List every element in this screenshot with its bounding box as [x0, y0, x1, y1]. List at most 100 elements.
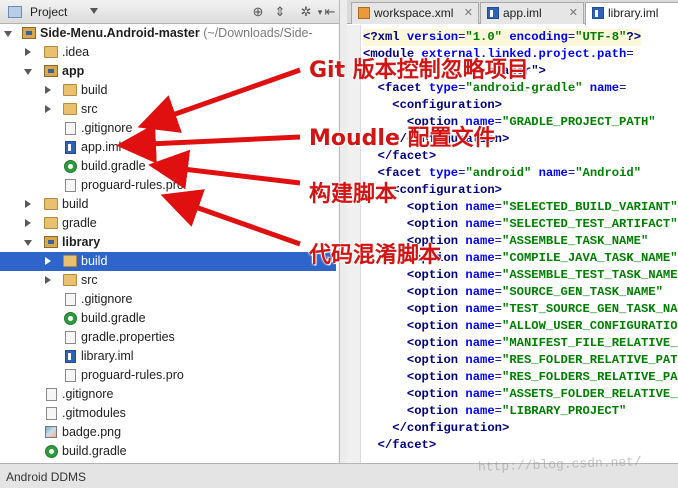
code-line[interactable]: <option name="ASSEMBLE_TEST_TASK_NAME" [363, 267, 678, 284]
code-line[interactable]: <option name="RES_FOLDER_RELATIVE_PATH" [363, 352, 678, 369]
code-token: "Android" [575, 166, 642, 180]
code-line[interactable]: <option name="RES_FOLDERS_RELATIVE_PATH" [363, 369, 678, 386]
tab-app-iml[interactable]: app.iml ✕ [480, 2, 584, 24]
tree-row[interactable]: src [0, 271, 336, 290]
tree-item-label: build.gradle [81, 159, 146, 173]
code-line[interactable]: <option name="ASSETS_FOLDER_RELATIVE_PAT… [363, 386, 678, 403]
tree-row[interactable]: .idea [0, 43, 336, 62]
collapse-arrow-icon[interactable] [45, 86, 51, 94]
code-line[interactable]: <?xml version="1.0" encoding="UTF-8"?> [363, 29, 642, 46]
code-token: "RES_FOLDER_RELATIVE_PATH" [502, 353, 678, 367]
tree-item-label: src [81, 273, 98, 287]
tree-row[interactable]: gradle [0, 214, 336, 233]
code-line[interactable]: <option name="LIBRARY_PROJECT" [363, 403, 626, 420]
module-folder-icon [44, 65, 58, 77]
project-panel-header: Project ⊕ ⇕ ✲ ▾ ⇤ [0, 0, 339, 24]
code-token: = [626, 47, 634, 61]
expand-arrow-icon[interactable] [4, 31, 12, 37]
collapse-arrow-icon[interactable] [45, 105, 51, 113]
code-line[interactable]: <option name="ALLOW_USER_CONFIGURATION" [363, 318, 678, 335]
tab-label: app.iml [503, 6, 542, 20]
close-icon[interactable]: ✕ [569, 3, 578, 23]
tree-row[interactable]: library.iml [0, 347, 336, 366]
code-token: = [494, 319, 502, 333]
gradle-icon [45, 445, 58, 458]
code-line[interactable]: <option name="TEST_SOURCE_GEN_TASK_NAME" [363, 301, 678, 318]
code-line[interactable]: <option name="SOURCE_GEN_TASK_NAME" [363, 284, 663, 301]
code-line[interactable]: <facet type="android" name="Android" [363, 165, 641, 182]
close-icon[interactable]: ✕ [464, 3, 473, 23]
code-token: <?xml [363, 30, 407, 44]
code-token: <option [406, 336, 466, 350]
tree-row[interactable]: .gitignore [0, 119, 336, 138]
tree-item-path: (~/Downloads/Side- [203, 26, 313, 40]
collapse-arrow-icon[interactable] [45, 257, 51, 265]
gradle-icon [64, 312, 77, 325]
code-token: name [465, 370, 495, 384]
tree-row[interactable]: app [0, 62, 336, 81]
tree-item-label: gradle.properties [81, 330, 175, 344]
tree-row[interactable]: build.gradle [0, 157, 336, 176]
code-token: "SELECTED_TEST_ARTIFACT" [502, 217, 678, 231]
collapse-arrow-icon[interactable] [25, 219, 31, 227]
code-token: <option [406, 268, 466, 282]
code-token: "UTF-8" [575, 30, 627, 44]
tree-row[interactable]: src [0, 100, 336, 119]
code-token: = [494, 217, 502, 231]
tree-item-label: .gitignore [62, 387, 114, 401]
code-token: <option [406, 387, 466, 401]
code-line[interactable]: <configuration> [363, 97, 502, 114]
project-tool-window: Project ⊕ ⇕ ✲ ▾ ⇤ Side-Menu.Android-mast… [0, 0, 340, 463]
chevron-down-icon[interactable] [90, 8, 98, 14]
sync-target-icon[interactable]: ⊕ [250, 4, 266, 20]
code-line[interactable]: <option name="MANIFEST_FILE_RELATIVE_PAT… [363, 335, 678, 352]
tree-row[interactable]: build.gradle [0, 442, 336, 461]
expand-arrow-icon[interactable] [24, 69, 32, 75]
project-view-selector[interactable]: Project [30, 5, 67, 19]
android-ddms-button[interactable]: Android DDMS [6, 470, 86, 484]
code-line[interactable]: </facet> [363, 437, 437, 454]
collapse-arrow-icon[interactable] [25, 48, 31, 56]
tree-row[interactable]: proguard-rules.pro [0, 366, 336, 385]
tree-row[interactable]: build [0, 195, 336, 214]
code-line[interactable]: <option name="SELECTED_BUILD_VARIANT" [363, 199, 678, 216]
code-token: <configuration> [392, 183, 502, 197]
code-token: <option [406, 319, 466, 333]
annotation-build-script: 构建脚本 [309, 182, 398, 207]
code-token: name [465, 302, 495, 316]
tree-row-selected[interactable]: build [0, 252, 336, 271]
tree-row-root[interactable]: Side-Menu.Android-master (~/Downloads/Si… [0, 24, 336, 43]
collapse-arrow-icon[interactable] [45, 276, 51, 284]
expand-arrow-icon[interactable] [24, 240, 32, 246]
annotation-proguard: 代码混淆脚本 [309, 243, 442, 268]
tree-row[interactable]: build [0, 81, 336, 100]
folder-icon [63, 103, 77, 115]
tree-row[interactable]: .gitmodules [0, 404, 336, 423]
tree-row[interactable]: badge.png [0, 423, 336, 442]
tree-row[interactable]: gradle.properties [0, 328, 336, 347]
code-token: name [465, 285, 495, 299]
collapse-arrow-icon[interactable] [25, 200, 31, 208]
tree-row[interactable]: build.gradle [0, 309, 336, 328]
tree-item-label: build.gradle [62, 444, 127, 458]
tree-row[interactable]: .gitignore [0, 290, 336, 309]
tree-item-label: badge.png [62, 425, 122, 439]
hide-panel-icon[interactable]: ⇤ [322, 4, 338, 20]
tree-item-label: proguard-rules.pro [81, 368, 184, 382]
tab-library-iml[interactable]: library.iml [585, 2, 678, 25]
tree-row[interactable]: proguard-rules.pro [0, 176, 336, 195]
collapse-all-icon[interactable]: ⇕ [272, 4, 288, 20]
code-token: = [494, 268, 502, 282]
tab-workspace-xml[interactable]: workspace.xml ✕ [351, 2, 479, 24]
code-line[interactable]: <option name="SELECTED_TEST_ARTIFACT" [363, 216, 678, 233]
tree-row[interactable]: .gitignore [0, 385, 336, 404]
tree-row[interactable]: library [0, 233, 336, 252]
code-line[interactable]: </configuration> [363, 420, 509, 437]
tree-row[interactable]: app.iml [0, 138, 336, 157]
code-token: name [465, 251, 495, 265]
